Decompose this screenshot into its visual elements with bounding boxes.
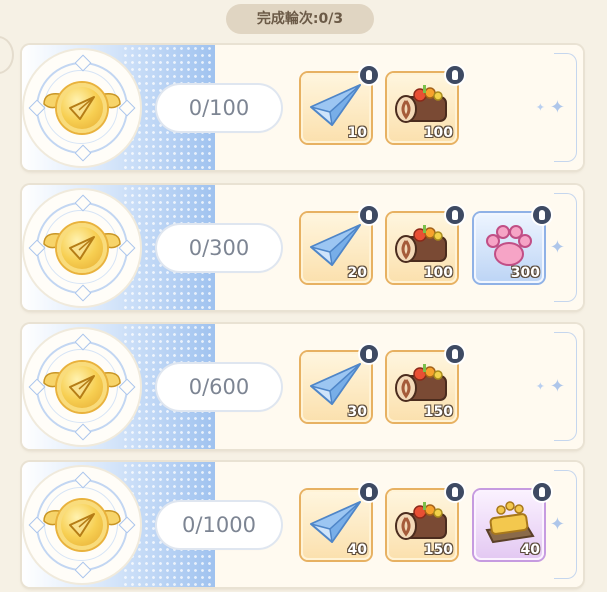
info-icon[interactable] bbox=[446, 482, 464, 501]
reward-quantity: 30 bbox=[347, 403, 367, 420]
info-icon[interactable] bbox=[446, 65, 464, 84]
gold-coin-icon bbox=[57, 222, 107, 273]
medal-badge bbox=[24, 328, 140, 445]
sparkle-icon: ✦ bbox=[549, 96, 565, 118]
reward-item[interactable]: 100 bbox=[387, 65, 464, 143]
reward-quantity: 100 bbox=[423, 124, 453, 141]
reward-quantity: 10 bbox=[347, 124, 367, 141]
reward-quantity: 40 bbox=[520, 541, 540, 558]
rounds-counter: 完成輪次:0/3 bbox=[226, 4, 374, 34]
reward-quantity: 150 bbox=[423, 541, 453, 558]
info-icon[interactable] bbox=[533, 482, 551, 501]
milestone-row: ✦✦0/10004015040 bbox=[22, 462, 583, 587]
reward-item[interactable]: 100 bbox=[387, 205, 464, 283]
gold-coin-icon bbox=[57, 82, 107, 133]
info-icon[interactable] bbox=[446, 344, 464, 363]
info-icon[interactable] bbox=[360, 65, 378, 84]
reward-item[interactable]: 20 bbox=[301, 205, 378, 283]
reward-quantity: 20 bbox=[347, 264, 367, 281]
reward-item[interactable]: 40 bbox=[474, 482, 551, 560]
reward-quantity: 40 bbox=[347, 541, 367, 558]
info-icon[interactable] bbox=[533, 205, 551, 224]
sparkle-icon: ✦ bbox=[549, 236, 565, 258]
progress-counter: 0/600 bbox=[157, 363, 281, 410]
progress-counter: 0/1000 bbox=[157, 501, 281, 548]
reward-quantity: 100 bbox=[423, 264, 453, 281]
sparkle-icon: ✦ bbox=[549, 513, 565, 535]
side-edge-ornament bbox=[0, 36, 14, 74]
medal-badge bbox=[24, 49, 140, 166]
progress-counter: 0/100 bbox=[157, 84, 281, 131]
milestone-row: ✦✦0/30020100300 bbox=[22, 185, 583, 310]
sparkle-icon: ✦ bbox=[535, 379, 545, 393]
info-icon[interactable] bbox=[360, 344, 378, 363]
medal-badge bbox=[24, 189, 140, 306]
reward-quantity: 300 bbox=[510, 264, 540, 281]
sparkle-icon: ✦ bbox=[535, 100, 545, 114]
medal-badge bbox=[24, 466, 140, 583]
reward-item[interactable]: 10 bbox=[301, 65, 378, 143]
reward-item[interactable]: 30 bbox=[301, 344, 378, 422]
reward-quantity: 150 bbox=[423, 403, 453, 420]
info-icon[interactable] bbox=[360, 482, 378, 501]
info-icon[interactable] bbox=[360, 205, 378, 224]
reward-item[interactable]: 150 bbox=[387, 344, 464, 422]
reward-item[interactable]: 150 bbox=[387, 482, 464, 560]
gold-coin-icon bbox=[57, 361, 107, 412]
milestone-row: ✦ ✦ 0/100 10 100 bbox=[22, 45, 583, 170]
reward-item[interactable]: 300 bbox=[474, 205, 551, 283]
gold-coin-icon bbox=[57, 499, 107, 550]
progress-counter: 0/300 bbox=[157, 224, 281, 271]
milestone-row: ✦ ✦ 0/600 30 150 bbox=[22, 324, 583, 449]
sparkle-icon: ✦ bbox=[549, 375, 565, 397]
info-icon[interactable] bbox=[446, 205, 464, 224]
reward-item[interactable]: 40 bbox=[301, 482, 378, 560]
